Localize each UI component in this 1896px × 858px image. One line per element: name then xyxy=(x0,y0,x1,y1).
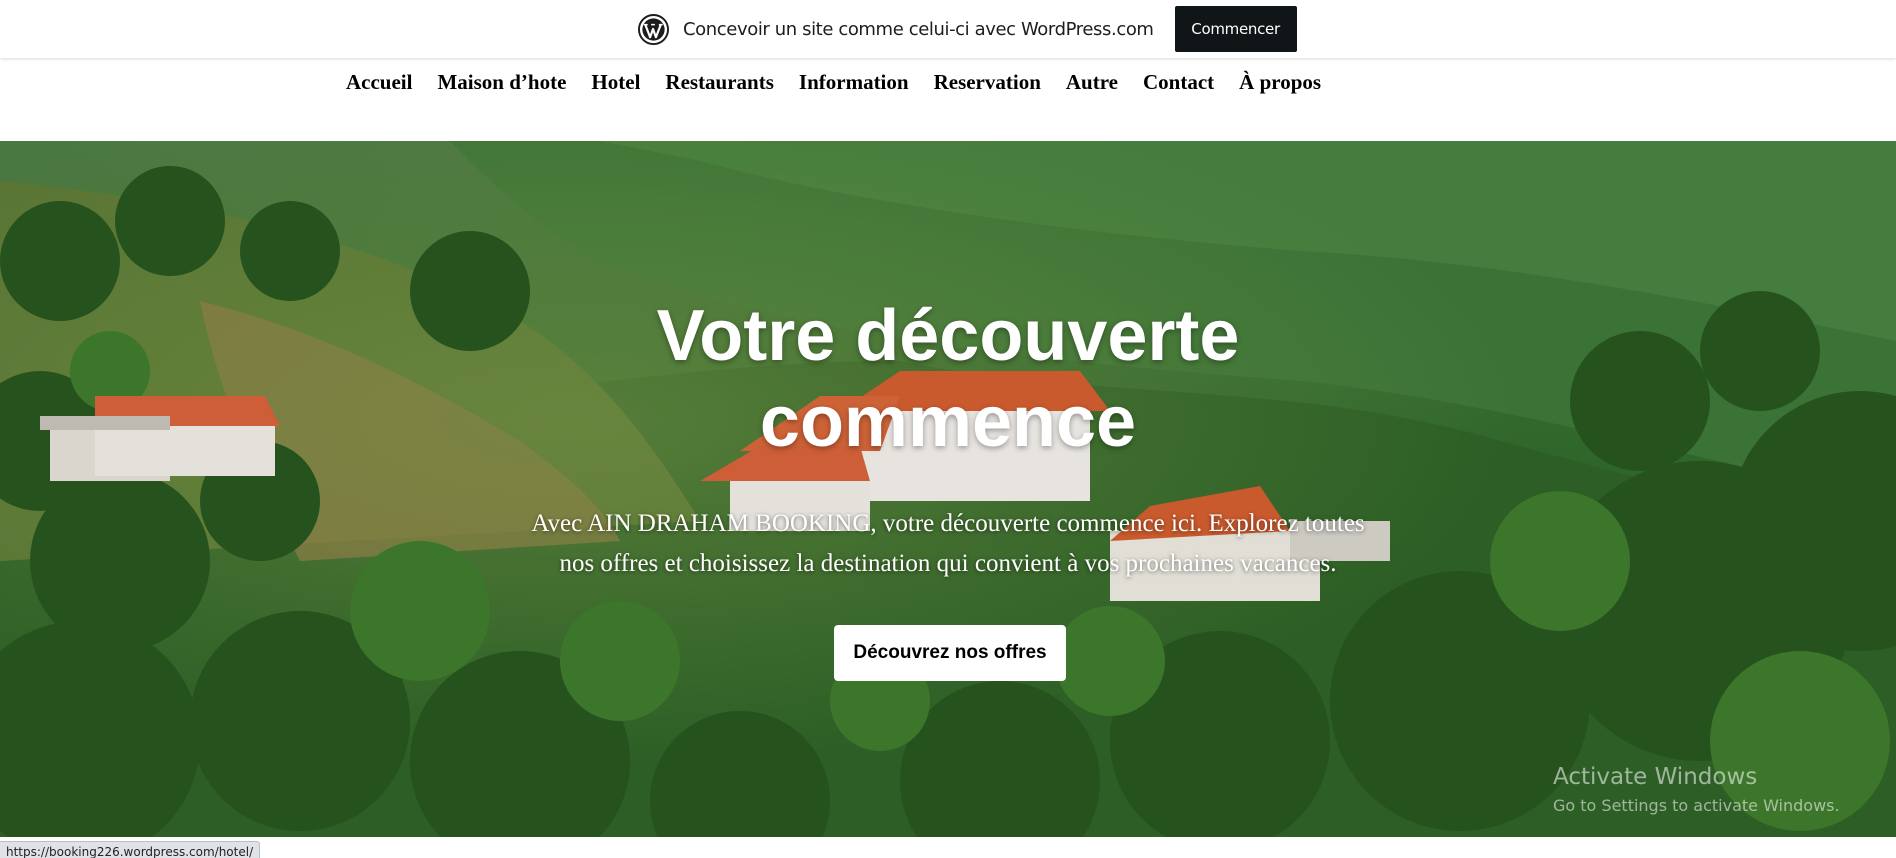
wordpress-promo-bar: Concevoir un site comme celui-ci avec Wo… xyxy=(0,0,1896,58)
status-bar-url: https://booking226.wordpress.com/hotel/ xyxy=(0,841,261,858)
discover-offers-button[interactable]: Découvrez nos offres xyxy=(834,625,1066,681)
hero-title: Votre découverte commence xyxy=(448,293,1448,465)
nav-item-restaurants[interactable]: Restaurants xyxy=(665,70,774,95)
wordpress-logo-icon xyxy=(638,13,669,45)
main-navigation: Accueil Maison d’hote Hotel Restaurants … xyxy=(0,58,1896,141)
nav-item-hotel[interactable]: Hotel xyxy=(591,70,640,95)
activate-windows-subtitle: Go to Settings to activate Windows. xyxy=(1553,796,1840,815)
hero-title-line-2: commence xyxy=(759,382,1137,462)
nav-item-reservation[interactable]: Reservation xyxy=(934,70,1041,95)
nav-item-accueil[interactable]: Accueil xyxy=(346,70,412,95)
hero-subtitle: Avec AIN DRAHAM BOOKING, votre découvert… xyxy=(488,504,1408,584)
hero-content: Votre découverte commence Avec AIN DRAHA… xyxy=(0,141,1896,837)
hero-title-line-1: Votre découverte xyxy=(656,296,1240,376)
nav-item-a-propos[interactable]: À propos xyxy=(1239,70,1321,95)
commencer-button[interactable]: Commencer xyxy=(1174,6,1297,52)
nav-item-contact[interactable]: Contact xyxy=(1143,70,1214,95)
activate-windows-title: Activate Windows xyxy=(1553,764,1758,790)
hero-section: Votre découverte commence Avec AIN DRAHA… xyxy=(0,141,1896,837)
hero-subtitle-line-1: Avec AIN DRAHAM BOOKING, votre découvert… xyxy=(531,510,1365,537)
nav-item-maison-dhote[interactable]: Maison d’hote xyxy=(437,70,566,95)
nav-item-autre[interactable]: Autre xyxy=(1066,70,1118,95)
wordpress-promo-text: Concevoir un site comme celui-ci avec Wo… xyxy=(683,18,1154,40)
nav-item-information[interactable]: Information xyxy=(799,70,909,95)
activate-windows-watermark: Activate Windows Go to Settings to activ… xyxy=(1553,764,1840,815)
hero-subtitle-line-2: nos offres et choisissez la destination … xyxy=(559,550,1337,577)
